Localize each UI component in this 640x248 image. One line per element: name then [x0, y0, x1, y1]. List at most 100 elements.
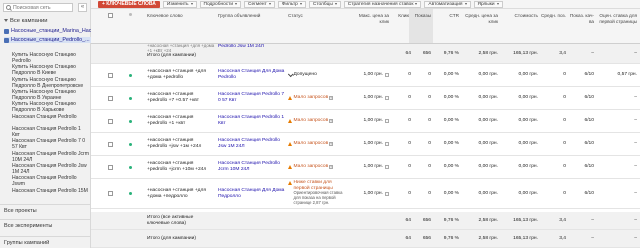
edit-icon[interactable] — [385, 96, 389, 100]
edit-icon[interactable] — [385, 165, 389, 169]
header-adgroup[interactable]: Группа объявлений — [218, 9, 286, 43]
add-keywords-button[interactable]: + КЛЮЧЕВЫЕ СЛОВА — [98, 0, 160, 8]
row-checkbox[interactable] — [108, 156, 116, 178]
keyword-cell[interactable]: +насосная +станция +pedrollo +7 +0.57 +к… — [147, 87, 215, 109]
adgroup-link[interactable]: Насосная Станция Pedrollo 1 Квт — [218, 110, 286, 132]
max-cpc-cell[interactable]: 1,00 грн. — [349, 133, 389, 155]
sidebar-adgroup[interactable]: Насосная Станция Pedrollo Jsw 1M 24Л — [12, 163, 90, 175]
keyword-cell[interactable]: +насосная +станция +pedrollo +jcrm +10м … — [147, 156, 215, 178]
sidebar-search[interactable] — [3, 3, 73, 12]
campaign-groups-link[interactable]: Группы кампаний — [4, 240, 49, 246]
header-avg-position[interactable]: Средн. поз. — [541, 9, 566, 43]
header-max-cpc[interactable]: Макс. цена за клик — [349, 9, 389, 43]
header-keyword[interactable]: Ключевое слово — [147, 9, 215, 43]
sidebar-adgroup[interactable]: Насосная Станция Pedrollo 1 Квт — [12, 126, 90, 138]
header-first-page-bid[interactable]: Оцен. ставка для первой страницы — [597, 9, 637, 43]
header-ctr[interactable]: CTR — [436, 9, 459, 43]
all-experiments-link[interactable]: Все эксперименты — [4, 223, 52, 229]
checkbox[interactable] — [108, 72, 113, 78]
collapse-sidebar-button[interactable]: « — [78, 3, 87, 12]
table-row[interactable]: +насосная +станция +для +дома +педролло … — [91, 179, 640, 209]
table-row[interactable]: +насосная +станция +pedrollo +jsw +1м +2… — [91, 133, 640, 156]
edit-icon[interactable] — [385, 191, 389, 196]
header-cost[interactable]: Стоимость — [501, 9, 538, 43]
keyword-cell[interactable]: +насосная +станция +pedrollo +jsw +1м +2… — [147, 133, 215, 155]
edit-icon[interactable] — [385, 73, 389, 77]
edit-icon[interactable] — [385, 119, 389, 123]
warning-icon — [288, 181, 292, 185]
checkbox[interactable] — [108, 13, 113, 18]
table-row[interactable]: +насосная +станция +pedrollo +1 +квт Нас… — [91, 110, 640, 133]
sidebar-adgroup[interactable]: Насосная Станция Pedrollo Jswm — [12, 175, 90, 187]
max-cpc-value: 1,00 грн. — [363, 95, 383, 101]
row-status-dot[interactable] — [129, 87, 137, 109]
header-quality-score[interactable]: Показ. кач-ва — [569, 9, 594, 43]
row-checkbox[interactable] — [108, 133, 116, 155]
chevron-down-icon[interactable] — [4, 18, 8, 22]
all-projects-link[interactable]: Все проекты — [4, 208, 37, 214]
max-cpc-cell[interactable]: 1,00 грн. — [349, 156, 389, 178]
sidebar-adgroup[interactable]: Купить Насосную Станцию Pedrollo — [12, 52, 90, 64]
segment-menu-button[interactable]: Сегмент — [244, 0, 275, 8]
adgroup-link[interactable]: Насосная Станция Pedrollo 7 0 57 Квт — [218, 87, 286, 109]
row-checkbox[interactable] — [108, 110, 116, 132]
checkbox[interactable] — [108, 191, 113, 196]
row-status-dot[interactable] — [129, 110, 137, 132]
table-row[interactable]: +насосная +станция +для +дома +pedrollo … — [91, 64, 640, 87]
max-cpc-cell[interactable]: 1,00 грн. — [349, 64, 389, 86]
header-impressions[interactable]: Показы — [409, 9, 433, 43]
row-status-dot[interactable] — [129, 156, 137, 178]
edit-icon[interactable] — [385, 142, 389, 146]
adgroup-link[interactable]: Насосная Станция Для Дома Педролло — [218, 179, 286, 208]
max-cpc-cell[interactable]: 1,00 грн. — [349, 110, 389, 132]
row-checkbox[interactable] — [108, 87, 116, 109]
help-icon[interactable]: ? — [329, 96, 333, 100]
sidebar-adgroup[interactable]: Насосная Станция Pedrollo 7 0 57 Квт — [12, 138, 90, 150]
filter-menu-button[interactable]: Фильтр — [277, 0, 306, 8]
sidebar-adgroup[interactable]: Насосная Станция Pedrollo 15М — [12, 188, 90, 200]
automation-menu-button[interactable]: Автоматизация — [424, 0, 471, 8]
checkbox[interactable] — [108, 141, 113, 147]
table-row[interactable]: +насосная +станция +pedrollo +jcrm +10м … — [91, 156, 640, 179]
sidebar-adgroup[interactable]: Насосная Станция Pedrollo Jcrm 10M 24Л — [12, 151, 90, 163]
keyword-cell[interactable]: +насосная +станция +для +дома +педролло — [147, 179, 215, 208]
adgroup-link[interactable]: Насосная Станция Для Дома Pedrollo — [218, 64, 286, 86]
keyword-cell[interactable]: +насосная +станция +pedrollo +1 +квт — [147, 110, 215, 132]
sidebar-adgroup[interactable]: Насосная Станция Pedrollo — [12, 114, 90, 126]
sidebar-adgroup[interactable]: Купить Насосную Станцию Педролло В Днепр… — [12, 77, 90, 89]
help-icon[interactable]: ? — [329, 119, 333, 123]
details-menu-button[interactable]: Подробности — [199, 0, 242, 8]
select-all-checkbox[interactable] — [108, 9, 116, 43]
checkbox[interactable] — [108, 118, 113, 124]
row-checkbox[interactable] — [108, 64, 116, 86]
header-avg-cpc[interactable]: Средн. цена за клик — [461, 9, 498, 43]
header-status[interactable]: Статус — [288, 9, 348, 43]
all-campaigns-link[interactable]: Все кампании — [4, 18, 48, 24]
checkbox[interactable] — [108, 164, 113, 170]
row-status-dot[interactable] — [129, 133, 137, 155]
row-checkbox[interactable] — [108, 179, 116, 208]
checkbox[interactable] — [108, 95, 113, 101]
sidebar-adgroup[interactable]: Купить Насосную Станцию Педролло В Харьк… — [12, 101, 90, 113]
adgroup-link[interactable]: Насосная Станция Pedrollo Jsw 1M 24Л — [218, 133, 286, 155]
adgroup-link[interactable]: Насосная Станция Pedrollo Jcrm 10M 24Л — [218, 156, 286, 178]
cost-cell: 0,00 грн. — [518, 118, 538, 124]
max-cpc-cell[interactable]: 1,00 грн. — [349, 87, 389, 109]
campaign-icon — [4, 37, 9, 43]
sidebar-search-input[interactable] — [13, 4, 69, 11]
keyword-cell[interactable]: +насосная +станция +для +дома +pedrollo — [147, 64, 215, 86]
table-row[interactable]: +насосная +станция +pedrollo +7 +0.57 +к… — [91, 87, 640, 110]
help-icon[interactable]: ? — [329, 165, 333, 169]
row-status-dot[interactable] — [129, 179, 137, 208]
max-cpc-cell[interactable]: 1,00 грн. — [349, 179, 389, 208]
bid-strategy-menu-button[interactable]: Стратегия назначения ставок — [343, 0, 422, 8]
row-status-dot[interactable] — [129, 64, 137, 86]
labels-menu-button[interactable]: Ярлыки — [473, 0, 503, 8]
sidebar-campaign-selected[interactable]: Насосные_станции_Pedrollo_... — [4, 37, 91, 43]
help-icon[interactable]: ? — [329, 142, 333, 146]
sidebar-adgroup[interactable]: Купить Насосную Станцию Педролло В Киеве — [12, 64, 90, 76]
sidebar-campaign[interactable]: Насосные_станции_Marina_Насос — [4, 28, 97, 34]
edit-menu-button[interactable]: Изменить — [162, 0, 197, 8]
sidebar-adgroup[interactable]: Купить Насосную Станцию Педролло В Украи… — [12, 89, 90, 101]
columns-menu-button[interactable]: Столбцы — [308, 0, 341, 8]
